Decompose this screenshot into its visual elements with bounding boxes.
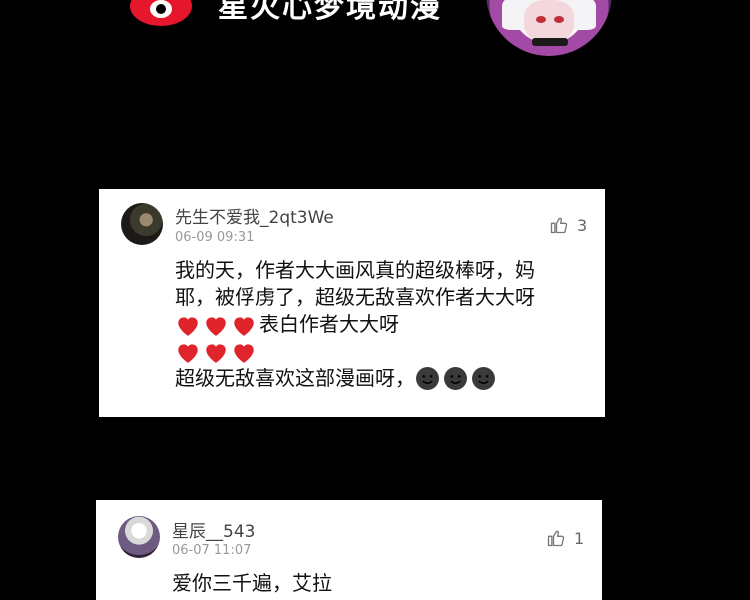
smiley-icon [472, 367, 495, 390]
heart-icon [206, 343, 226, 363]
avatar[interactable] [121, 203, 163, 245]
comment-line-text: 表白作者大大呀 [259, 312, 399, 336]
comment-line: 我的天，作者大大画风真的超级棒呀，妈 [175, 258, 535, 282]
like-count: 3 [577, 215, 588, 235]
like-button[interactable]: 3 [549, 215, 587, 235]
like-button[interactable]: 1 [546, 528, 584, 548]
comment-line-with-hearts: 表白作者大大呀 [175, 311, 535, 338]
heart-icon [178, 343, 198, 363]
top-banner: 星火心梦境动漫 [0, 0, 750, 60]
weibo-logo-icon [130, 0, 192, 26]
comment-text: 我的天，作者大大画风真的超级棒呀，妈 耶，被俘虏了，超级无敌喜欢作者大大呀 表白… [175, 257, 535, 392]
comment-line-text: 超级无敌喜欢这部漫画呀， [175, 366, 415, 390]
heart-icon [178, 316, 198, 336]
comment-card: 先生不爱我_2qt3We 06-09 09:31 3 我的天，作者大大画风真的超… [99, 189, 605, 417]
heart-icon [234, 316, 254, 336]
hearts-line [175, 338, 535, 365]
smiley-icon [444, 367, 467, 390]
banner-avatar [486, 0, 612, 56]
comment-username[interactable]: 先生不爱我_2qt3We [175, 203, 334, 228]
thumbs-up-icon [547, 530, 565, 547]
comment-card: 星辰__543 06-07 11:07 1 爱你三千遍，艾拉 [96, 500, 602, 600]
comment-line: 耶，被俘虏了，超级无敌喜欢作者大大呀 [175, 285, 535, 309]
banner-title: 星火心梦境动漫 [218, 0, 442, 25]
comment-username[interactable]: 星辰__543 [172, 517, 255, 542]
heart-icon [234, 343, 254, 363]
avatar[interactable] [118, 516, 160, 558]
comment-line: 爱你三千遍，艾拉 [172, 571, 332, 595]
like-count: 1 [574, 528, 585, 548]
heart-icon [206, 316, 226, 336]
comment-line-with-smileys: 超级无敌喜欢这部漫画呀， [175, 365, 535, 392]
comment-text: 爱你三千遍，艾拉 [172, 570, 332, 597]
comment-timestamp: 06-07 11:07 [172, 543, 252, 558]
comment-timestamp: 06-09 09:31 [175, 230, 255, 245]
smiley-icon [416, 367, 439, 390]
thumbs-up-icon [550, 217, 568, 234]
